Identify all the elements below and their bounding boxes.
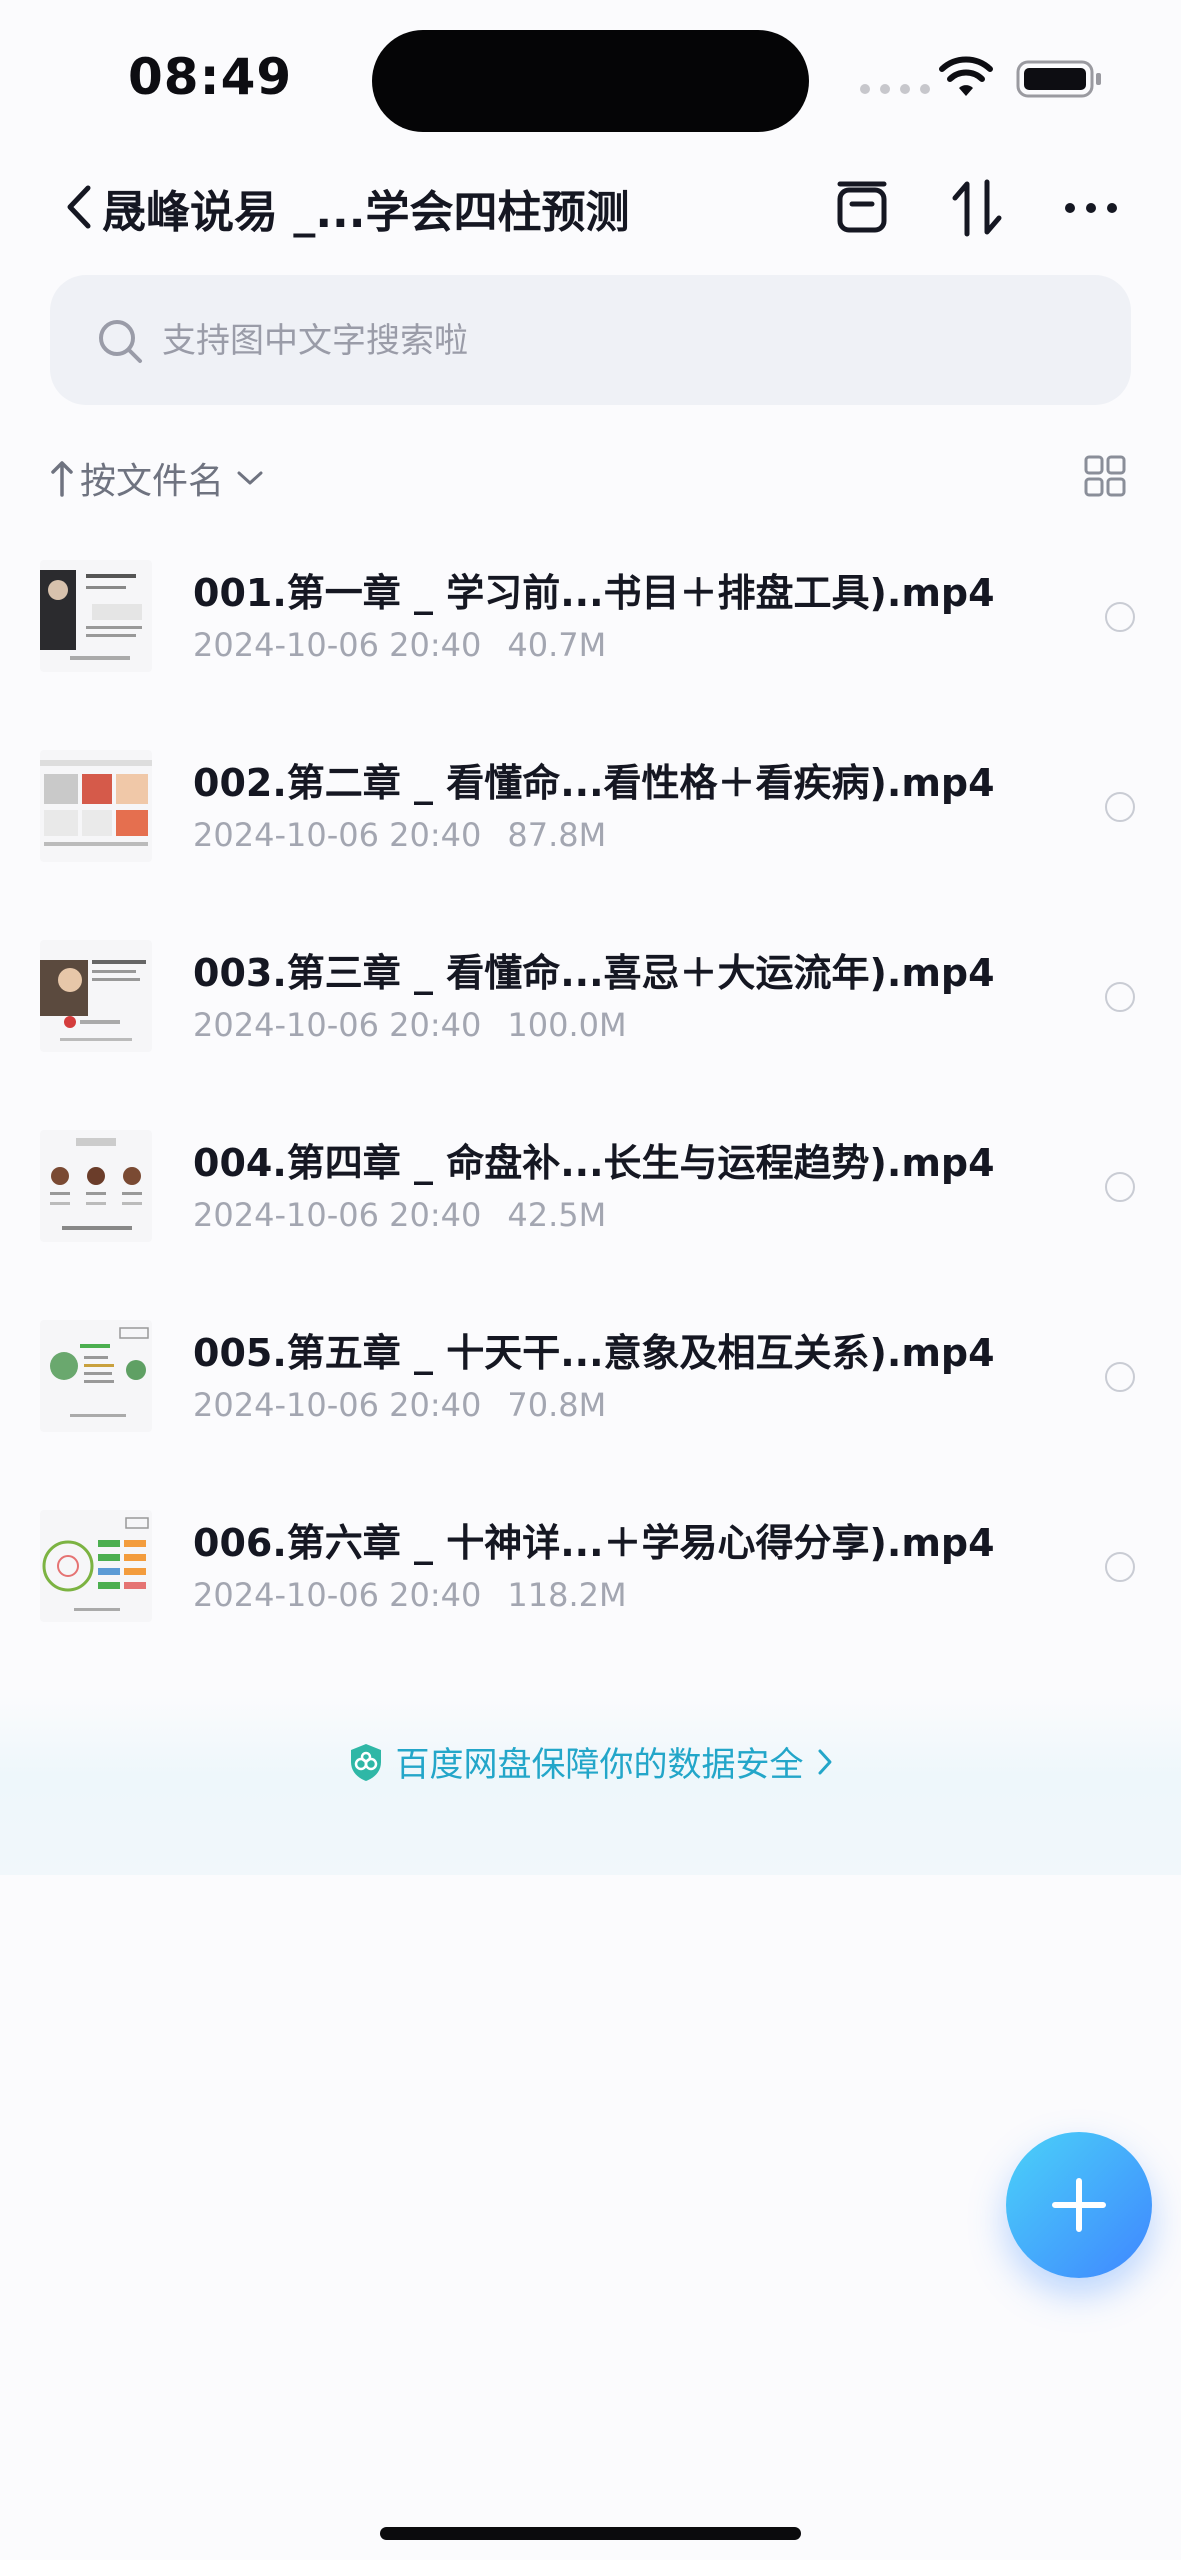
file-size: 42.5M bbox=[507, 1196, 607, 1234]
arrow-up-icon bbox=[51, 461, 73, 497]
wifi-icon bbox=[939, 56, 993, 96]
page-title: 晟峰说易 _...学会四柱预测 bbox=[102, 187, 630, 238]
more-dots-icon bbox=[1065, 203, 1117, 213]
file-meta: 2024-10-06 20:40 100.0M bbox=[193, 1006, 627, 1044]
file-row[interactable]: 003.第三章 _ 看懂命...喜忌＋大运流年).mp4 2024-10-06 … bbox=[0, 906, 1181, 1096]
file-name: 005.第五章 _ 十天干...意象及相互关系).mp4 bbox=[193, 1331, 995, 1375]
select-radio[interactable] bbox=[1105, 1362, 1135, 1392]
file-date: 2024-10-06 20:40 bbox=[193, 816, 482, 854]
select-radio[interactable] bbox=[1105, 982, 1135, 1012]
video-thumbnail bbox=[40, 1130, 152, 1242]
status-time: 08:49 bbox=[128, 48, 293, 106]
file-date: 2024-10-06 20:40 bbox=[193, 1386, 482, 1424]
video-thumbnail bbox=[40, 1510, 152, 1622]
video-thumbnail bbox=[40, 750, 152, 862]
select-radio[interactable] bbox=[1105, 792, 1135, 822]
file-row[interactable]: 002.第二章 _ 看懂命...看性格＋看疾病).mp4 2024-10-06 … bbox=[0, 716, 1181, 906]
sort-selector[interactable]: 按文件名 bbox=[50, 452, 264, 504]
video-thumbnail bbox=[40, 560, 152, 672]
chevron-left-icon bbox=[67, 185, 91, 229]
file-size: 118.2M bbox=[507, 1576, 627, 1614]
add-button[interactable] bbox=[1006, 2132, 1152, 2278]
file-date: 2024-10-06 20:40 bbox=[193, 1006, 482, 1044]
video-thumbnail bbox=[40, 940, 152, 1052]
transfer-list-button[interactable] bbox=[827, 173, 897, 243]
file-row[interactable]: 004.第四章 _ 命盘补...长生与运程趋势).mp4 2024-10-06 … bbox=[0, 1096, 1181, 1286]
sort-arrows-icon bbox=[952, 179, 1002, 237]
file-meta: 2024-10-06 20:40 42.5M bbox=[193, 1196, 606, 1234]
chevron-right-icon bbox=[818, 1749, 831, 1774]
sort-label: 按文件名 bbox=[80, 461, 225, 502]
home-indicator[interactable] bbox=[380, 2527, 801, 2540]
file-name: 006.第六章 _ 十神详...＋学易心得分享).mp4 bbox=[193, 1521, 995, 1565]
file-size: 70.8M bbox=[507, 1386, 607, 1424]
file-size: 100.0M bbox=[507, 1006, 627, 1044]
search-bar[interactable] bbox=[50, 275, 1131, 405]
sort-button[interactable] bbox=[942, 173, 1012, 243]
archive-box-icon bbox=[837, 181, 887, 233]
file-date: 2024-10-06 20:40 bbox=[193, 1196, 482, 1234]
chevron-down-icon bbox=[237, 471, 263, 485]
search-icon bbox=[99, 320, 142, 363]
grid-view-icon[interactable] bbox=[1084, 455, 1126, 497]
file-date: 2024-10-06 20:40 bbox=[193, 1576, 482, 1614]
file-meta: 2024-10-06 20:40 118.2M bbox=[193, 1576, 627, 1614]
file-row[interactable]: 006.第六章 _ 十神详...＋学易心得分享).mp4 2024-10-06 … bbox=[0, 1476, 1181, 1666]
file-meta: 2024-10-06 20:40 70.8M bbox=[193, 1386, 606, 1424]
file-meta: 2024-10-06 20:40 87.8M bbox=[193, 816, 606, 854]
file-name: 001.第一章 _ 学习前...书目＋排盘工具).mp4 bbox=[193, 571, 995, 615]
video-thumbnail bbox=[40, 1320, 152, 1432]
file-name: 004.第四章 _ 命盘补...长生与运程趋势).mp4 bbox=[193, 1141, 995, 1185]
file-date: 2024-10-06 20:40 bbox=[193, 626, 482, 664]
select-radio[interactable] bbox=[1105, 602, 1135, 632]
file-size: 40.7M bbox=[507, 626, 607, 664]
search-input[interactable] bbox=[160, 305, 1064, 377]
file-size: 87.8M bbox=[507, 816, 607, 854]
more-button[interactable] bbox=[1056, 173, 1126, 243]
security-link[interactable]: 百度网盘保障你的数据安全 bbox=[0, 1737, 1181, 1786]
file-row[interactable]: 001.第一章 _ 学习前...书目＋排盘工具).mp4 2024-10-06 … bbox=[0, 526, 1181, 716]
plus-icon bbox=[1052, 2178, 1106, 2232]
battery-icon bbox=[1016, 60, 1101, 98]
select-radio[interactable] bbox=[1105, 1552, 1135, 1582]
select-radio[interactable] bbox=[1105, 1172, 1135, 1202]
dynamic-island bbox=[372, 30, 809, 132]
signal-dots-icon bbox=[860, 84, 930, 94]
security-text: 百度网盘保障你的数据安全 bbox=[395, 1745, 804, 1785]
file-row[interactable]: 005.第五章 _ 十天干...意象及相互关系).mp4 2024-10-06 … bbox=[0, 1286, 1181, 1476]
shield-icon bbox=[350, 1743, 381, 1781]
file-meta: 2024-10-06 20:40 40.7M bbox=[193, 626, 606, 664]
file-name: 002.第二章 _ 看懂命...看性格＋看疾病).mp4 bbox=[193, 761, 995, 805]
file-name: 003.第三章 _ 看懂命...喜忌＋大运流年).mp4 bbox=[193, 951, 995, 995]
security-banner: 百度网盘保障你的数据安全 bbox=[0, 1695, 1181, 1875]
